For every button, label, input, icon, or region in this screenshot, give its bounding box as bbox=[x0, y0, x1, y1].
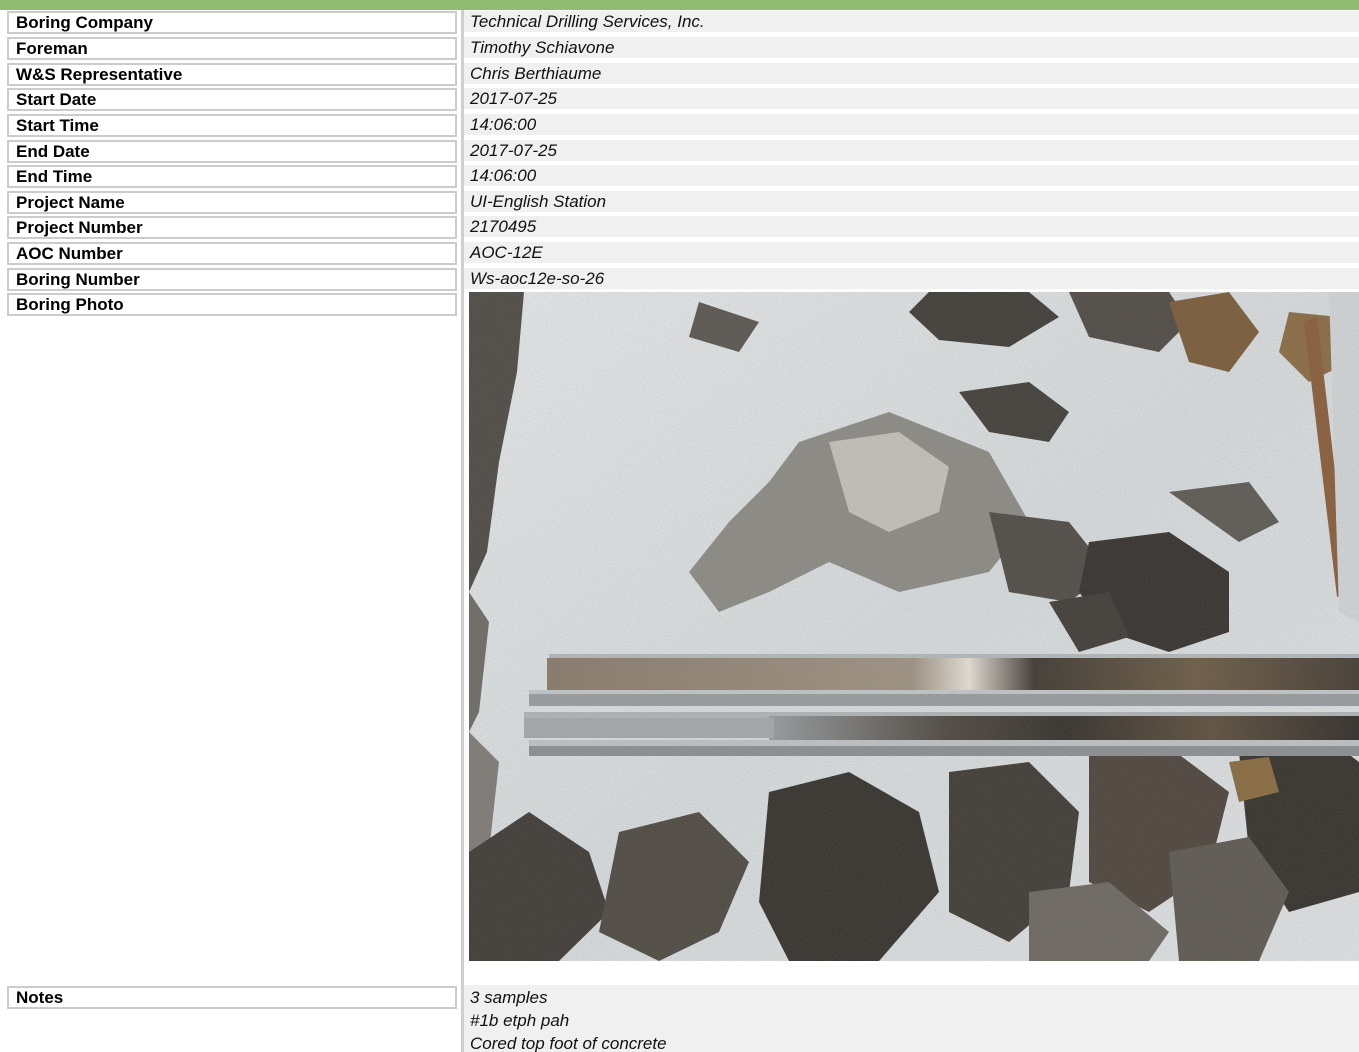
field-label: End Date bbox=[7, 140, 457, 163]
header-bar bbox=[0, 0, 1359, 10]
field-label: Start Time bbox=[7, 114, 457, 137]
notes-line: #1b etph pah bbox=[470, 1011, 570, 1030]
field-label: Notes bbox=[7, 986, 457, 1009]
field-value: 2017-07-25 bbox=[464, 88, 1359, 111]
field-value: UI-English Station bbox=[464, 191, 1359, 214]
notes-line: Cored top foot of concrete bbox=[470, 1034, 667, 1052]
boring-log-page: Boring Company Technical Drilling Servic… bbox=[0, 0, 1359, 1052]
boring-photo bbox=[469, 292, 1359, 961]
notes-value: 3 samples #1b etph pah Cored top foot of… bbox=[464, 985, 1359, 1052]
field-label: End Time bbox=[7, 165, 457, 188]
field-label: Boring Photo bbox=[7, 293, 457, 316]
field-value: 14:06:00 bbox=[464, 114, 1359, 137]
field-label: Boring Company bbox=[7, 11, 457, 34]
field-value: Technical Drilling Services, Inc. bbox=[464, 11, 1359, 34]
field-value: 14:06:00 bbox=[464, 165, 1359, 188]
field-label: Project Number bbox=[7, 216, 457, 239]
field-value: Ws-aoc12e-so-26 bbox=[464, 268, 1359, 291]
field-label: Project Name bbox=[7, 191, 457, 214]
field-label: Start Date bbox=[7, 88, 457, 111]
field-label: Foreman bbox=[7, 37, 457, 60]
field-value: Chris Berthiaume bbox=[464, 63, 1359, 86]
field-label: W&S Representative bbox=[7, 63, 457, 86]
field-value: 2170495 bbox=[464, 216, 1359, 239]
notes-line: 3 samples bbox=[470, 988, 548, 1007]
field-label: Boring Number bbox=[7, 268, 457, 291]
field-label: AOC Number bbox=[7, 242, 457, 265]
field-value: 2017-07-25 bbox=[464, 140, 1359, 163]
field-value: AOC-12E bbox=[464, 242, 1359, 265]
field-value: Timothy Schiavone bbox=[464, 37, 1359, 60]
